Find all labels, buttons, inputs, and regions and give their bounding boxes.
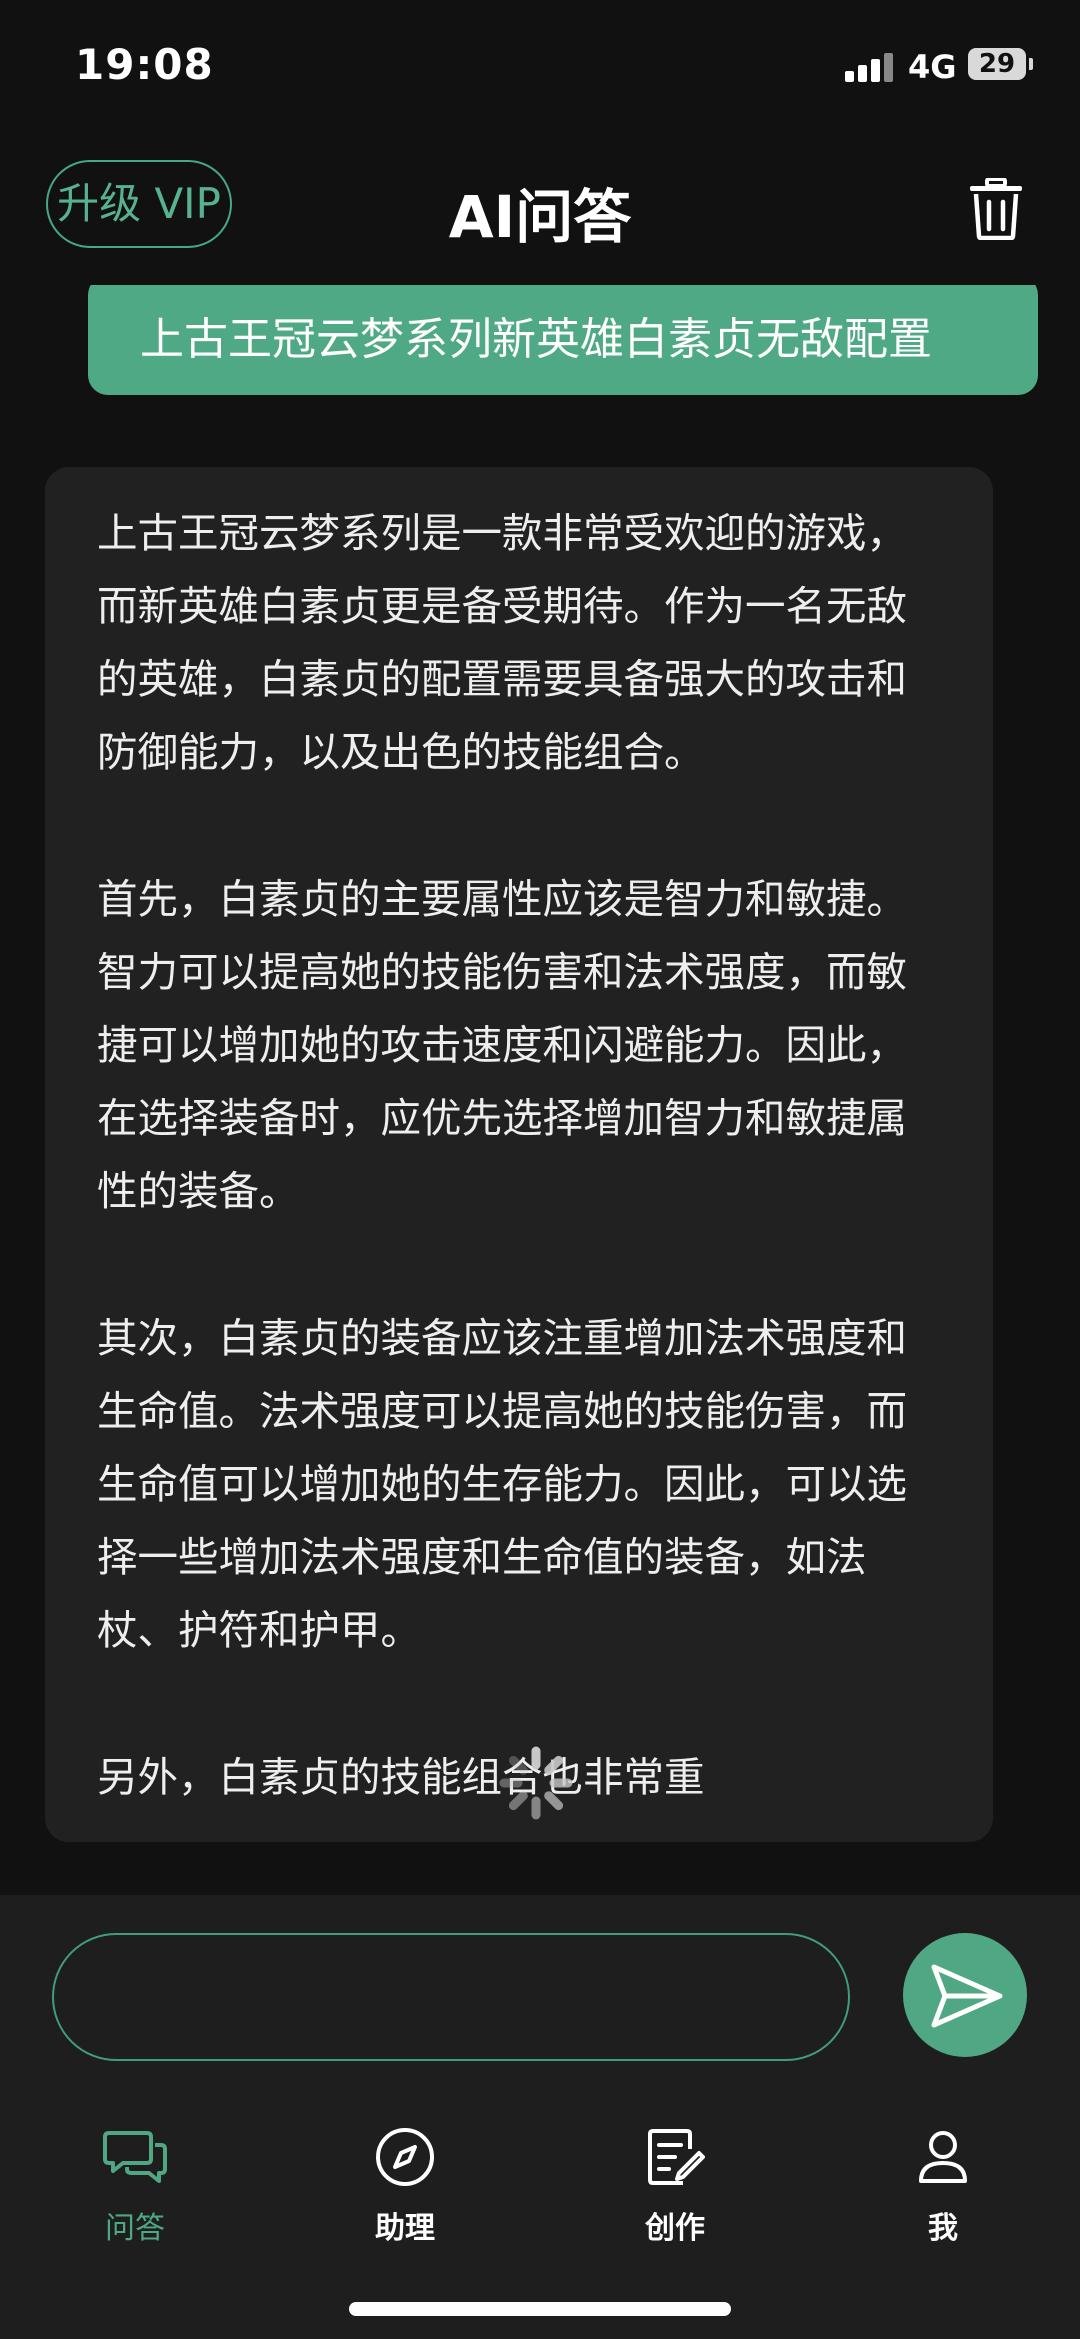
compass-icon — [376, 2128, 434, 2186]
send-button[interactable] — [903, 1933, 1027, 2057]
home-indicator[interactable] — [349, 2302, 731, 2316]
nav-item-qa[interactable]: 问答 — [45, 2125, 225, 2247]
ai-answer-bubble: 上古王冠云梦系列是一款非常受欢迎的游戏，而新英雄白素贞更是备受期待。作为一名无敌… — [45, 467, 993, 1842]
nav-item-label: 我 — [928, 2211, 958, 2246]
cellular-signal-icon — [845, 52, 897, 82]
chat-area[interactable]: 上古王冠云梦系列新英雄白素贞无敌配置 上古王冠云梦系列是一款非常受欢迎的游戏，而… — [0, 285, 1080, 1895]
loading-spinner-icon — [499, 1746, 573, 1820]
ai-answer-paragraph: 首先，白素贞的主要属性应该是智力和敏捷。智力可以提高她的技能伤害和法术强度，而敏… — [97, 875, 907, 1215]
nav-item-label: 创作 — [645, 2211, 705, 2246]
status-bar: 19:08 4G 29 — [0, 0, 1080, 130]
send-icon — [931, 1964, 1003, 2028]
nav-item-assistant[interactable]: 助理 — [315, 2125, 495, 2247]
ai-answer-paragraph: 上古王冠云梦系列是一款非常受欢迎的游戏，而新英雄白素贞更是备受期待。作为一名无敌… — [97, 509, 907, 776]
message-input-bar — [0, 1895, 1080, 2085]
status-time: 19:08 — [75, 40, 214, 89]
person-icon — [919, 2131, 967, 2183]
user-message-bubble: 上古王冠云梦系列新英雄白素贞无敌配置 — [88, 285, 1038, 395]
bottom-nav: 问答 助理 创作 我 — [0, 2085, 1080, 2339]
page-title: AI问答 — [448, 183, 632, 251]
network-type: 4G — [908, 48, 957, 86]
battery-icon: 29 — [968, 48, 1033, 80]
trash-icon[interactable] — [968, 178, 1024, 240]
nav-item-label: 问答 — [105, 2211, 165, 2246]
nav-item-me[interactable]: 我 — [853, 2125, 1033, 2247]
chat-bubbles-icon — [103, 2131, 167, 2183]
message-input[interactable] — [52, 1933, 850, 2061]
app-header: 升级 VIP AI问答 — [0, 130, 1080, 285]
nav-item-create[interactable]: 创作 — [585, 2125, 765, 2247]
ai-answer-paragraph: 其次，白素贞的装备应该注重增加法术强度和生命值。法术强度可以提高她的技能伤害，而… — [97, 1314, 907, 1654]
edit-document-icon — [648, 2129, 705, 2185]
nav-item-label: 助理 — [375, 2211, 435, 2246]
